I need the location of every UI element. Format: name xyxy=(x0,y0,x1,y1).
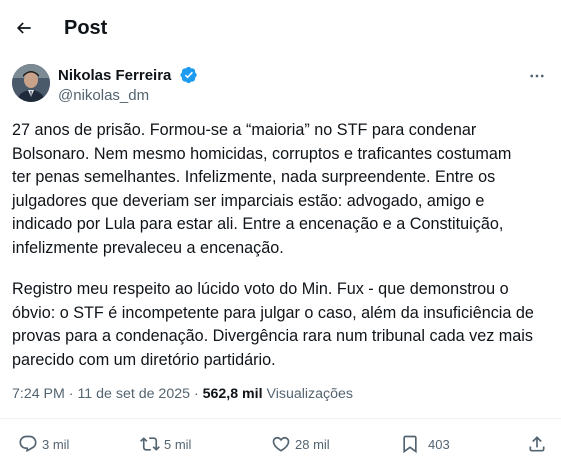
post-time[interactable]: 7:24 PM xyxy=(12,386,65,402)
meta-separator: · xyxy=(190,386,203,402)
avatar-image xyxy=(12,64,50,102)
post-paragraph-2: Registro meu respeito ao lúcido voto do … xyxy=(12,278,552,372)
post-text-line: parecido com um diretório partidário. xyxy=(12,350,276,369)
post-text-line: Bolsonaro. Nem mesmo homicidas, corrupto… xyxy=(12,144,512,163)
post-text-line: provas para a condenação. Divergência ra… xyxy=(12,327,533,346)
more-horizontal-icon xyxy=(530,74,544,78)
like-count: 28 mil xyxy=(295,436,330,452)
repost-count: 5 mil xyxy=(164,436,192,452)
bookmark-button[interactable]: 403 xyxy=(400,432,450,456)
post-metadata: 7:24 PM · 11 de set de 2025 · 562,8 mil … xyxy=(12,386,353,402)
back-button[interactable] xyxy=(10,14,38,42)
post-text-line: julgadores que deveriam ser imparciais e… xyxy=(12,191,485,210)
post-text-line: 27 anos de prisão. Formou-se a “maioria”… xyxy=(12,121,477,139)
post-paragraph-1: 27 anos de prisão. Formou-se a “maioria”… xyxy=(12,119,552,261)
share-button[interactable] xyxy=(527,432,547,456)
verified-badge-icon xyxy=(180,66,197,84)
post-header: Post xyxy=(0,0,561,56)
reply-button[interactable]: 3 mil xyxy=(18,432,69,456)
arrow-left-icon xyxy=(16,22,31,34)
more-options-button[interactable] xyxy=(525,64,549,88)
reply-count: 3 mil xyxy=(42,436,70,452)
post-author: Nikolas Ferreira @nikolas_dm xyxy=(12,64,549,108)
bookmark-count: 403 xyxy=(428,436,450,452)
post-text-line: óbvio: o STF é incompetente para julgar … xyxy=(12,303,534,322)
heart-icon xyxy=(272,436,290,452)
views-label: Visualizações xyxy=(266,386,354,402)
bookmark-icon xyxy=(403,435,417,454)
post-text-line: infelizmente prevaleceu a encenação. xyxy=(12,238,284,257)
page-title: Post xyxy=(64,17,108,39)
post-text-line: indicado por Lula para estar ali. Entre … xyxy=(12,215,504,234)
post-text-line: ter penas semelhantes. Infelizmente, nad… xyxy=(12,168,496,187)
avatar[interactable] xyxy=(12,64,50,102)
repost-button[interactable]: 5 mil xyxy=(140,432,191,456)
post-date[interactable]: 11 de set de 2025 xyxy=(77,386,190,402)
author-name[interactable]: Nikolas Ferreira xyxy=(58,67,171,84)
author-handle[interactable]: @nikolas_dm xyxy=(58,87,149,104)
comment-icon xyxy=(19,435,37,453)
divider xyxy=(0,418,561,419)
like-button[interactable]: 28 mil xyxy=(271,432,330,456)
views-count[interactable]: 562,8 mil xyxy=(203,386,263,402)
post-text-line: Registro meu respeito ao lúcido voto do … xyxy=(12,280,509,298)
repost-icon xyxy=(140,437,160,451)
post-actions: 3 mil 5 mil 28 mil 403 xyxy=(0,428,561,460)
share-icon xyxy=(529,436,545,452)
meta-separator: · xyxy=(64,386,78,402)
